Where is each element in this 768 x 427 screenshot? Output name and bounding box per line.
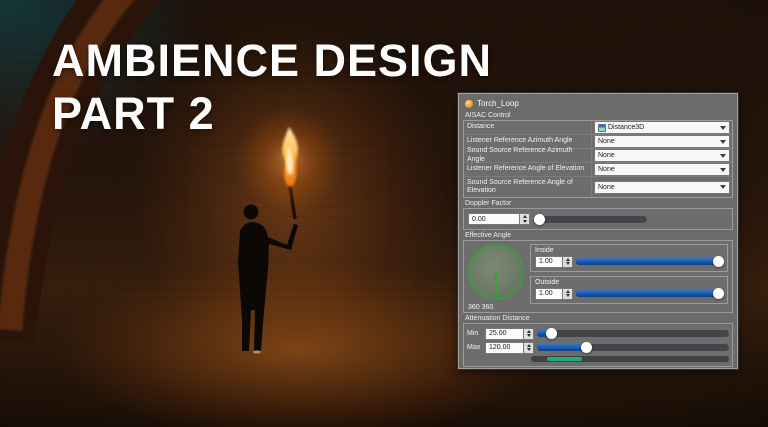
spinner-buttons[interactable] xyxy=(524,327,534,340)
title-line-2: PART 2 xyxy=(52,88,215,139)
distance-dropdown[interactable]: Distance3D xyxy=(594,121,730,134)
max-label: Max xyxy=(467,344,481,351)
inside-label: Inside xyxy=(535,247,554,254)
outside-value[interactable]: 1.00 xyxy=(535,287,563,300)
dropdown-value: Distance3D xyxy=(608,124,645,131)
aisac-tool-panel: Torch_Loop AISAC Control Distance Distan… xyxy=(457,92,739,370)
attenuation-max-row: Max 120.00 xyxy=(467,341,729,354)
attenuation-range-fill xyxy=(546,357,583,361)
page-title: AMBIENCE DESIGN PART 2 xyxy=(52,34,492,140)
slider-track xyxy=(535,215,647,223)
row-label: Listener Reference Azimuth Angle xyxy=(467,137,573,145)
listener-elevation-dropdown[interactable]: None xyxy=(594,163,730,176)
spinner-up-icon xyxy=(526,329,531,333)
spinner-buttons[interactable] xyxy=(524,341,534,354)
spinner-down-icon xyxy=(526,334,531,338)
effective-angle-widget[interactable] xyxy=(468,244,524,300)
spinner-up-icon xyxy=(522,215,527,219)
min-spinner[interactable]: 25.00 xyxy=(485,327,534,340)
row-label: Listener Reference Angle of Elevation xyxy=(467,165,585,173)
doppler-group-box: 0.00 xyxy=(463,208,733,230)
aisac-curve-icon xyxy=(598,123,606,132)
effective-angle-group-box: 360 360 Inside 1.00 Outside 1.00 xyxy=(463,240,733,313)
attenuation-group-box: Min 25.00 Max 120.00 xyxy=(463,323,733,367)
slider-thumb[interactable] xyxy=(546,328,558,339)
spinner-up-icon xyxy=(526,343,531,347)
angle-readout: 360 360 xyxy=(468,304,494,311)
shoe-highlight xyxy=(253,350,261,354)
min-label: Min xyxy=(467,330,479,337)
max-value[interactable]: 120.00 xyxy=(485,341,524,354)
spinner-buttons[interactable] xyxy=(520,213,530,225)
aisac-group-label: AISAC Control xyxy=(465,112,511,119)
chevron-down-icon xyxy=(720,167,726,172)
cue-name: Torch_Loop xyxy=(477,99,519,108)
attenuation-range-row xyxy=(467,356,729,362)
dropdown-value: None xyxy=(598,152,615,159)
min-distance-slider[interactable] xyxy=(537,327,729,340)
spinner-down-icon xyxy=(565,262,570,266)
spinner-down-icon xyxy=(522,219,527,223)
chevron-down-icon xyxy=(720,139,726,144)
slider-thumb[interactable] xyxy=(534,213,545,225)
cue-icon xyxy=(465,99,473,108)
slider-track xyxy=(537,330,729,337)
person-silhouette xyxy=(238,204,298,354)
max-distance-slider[interactable] xyxy=(537,341,729,354)
dropdown-value: None xyxy=(598,166,615,173)
source-elevation-dropdown[interactable]: None xyxy=(594,180,730,194)
chevron-down-icon xyxy=(720,125,726,130)
spinner-down-icon xyxy=(565,294,570,298)
aisac-group-box: Distance Distance3D Listener Reference A… xyxy=(463,120,733,198)
doppler-group-label: Doppler Factor xyxy=(465,200,512,207)
chevron-down-icon xyxy=(720,153,726,158)
slider-thumb[interactable] xyxy=(713,288,724,299)
outside-label: Outside xyxy=(535,279,560,286)
listener-azimuth-dropdown[interactable]: None xyxy=(594,135,730,148)
doppler-spinner[interactable]: 0.00 xyxy=(468,213,530,225)
inside-value[interactable]: 1.00 xyxy=(535,255,563,268)
inside-spinner[interactable]: 1.00 xyxy=(535,255,573,268)
outside-slider[interactable] xyxy=(576,287,724,300)
inside-slider[interactable] xyxy=(576,255,724,268)
aisac-row-distance: Distance Distance3D xyxy=(464,121,732,135)
attenuation-group-label: Attenuation Distance xyxy=(465,315,530,322)
row-label: Distance xyxy=(467,123,495,131)
screenshot-root: AMBIENCE DESIGN PART 2 Torch_Loop AISAC … xyxy=(0,0,768,427)
dropdown-value: None xyxy=(598,183,615,191)
slider-thumb[interactable] xyxy=(580,342,592,353)
spinner-up-icon xyxy=(565,257,570,261)
attenuation-range-bar xyxy=(531,356,729,362)
aisac-row-source-elevation: Sound Source Reference Angle of Elevatio… xyxy=(464,177,732,197)
aisac-row-source-azimuth: Sound Source Reference Azimuth Angle Non… xyxy=(464,147,732,163)
row-label: Sound Source Reference Azimuth Angle xyxy=(467,147,573,163)
attenuation-min-row: Min 25.00 xyxy=(467,327,729,340)
chevron-down-icon xyxy=(720,185,726,189)
max-spinner[interactable]: 120.00 xyxy=(485,341,534,354)
slider-fill xyxy=(576,258,723,265)
slider-thumb[interactable] xyxy=(713,256,724,267)
dropdown-value: None xyxy=(598,138,615,145)
outside-spinner[interactable]: 1.00 xyxy=(535,287,573,300)
spinner-up-icon xyxy=(565,289,570,293)
spinner-buttons[interactable] xyxy=(563,287,573,300)
slider-fill xyxy=(537,344,587,351)
spinner-buttons[interactable] xyxy=(563,255,573,268)
panel-header: Torch_Loop xyxy=(465,97,733,110)
row-label: Sound Source Reference Angle of Elevatio… xyxy=(467,178,573,194)
title-line-1: AMBIENCE DESIGN xyxy=(52,35,493,86)
min-value[interactable]: 25.00 xyxy=(485,327,524,340)
doppler-value[interactable]: 0.00 xyxy=(468,213,520,225)
doppler-slider[interactable] xyxy=(534,213,647,226)
source-azimuth-dropdown[interactable]: None xyxy=(594,149,730,162)
slider-fill xyxy=(576,290,723,297)
spinner-down-icon xyxy=(526,348,531,352)
effective-angle-group-label: Effective Angle xyxy=(465,232,512,239)
outside-group-box: Outside 1.00 xyxy=(530,276,728,304)
aisac-row-listener-elevation: Listener Reference Angle of Elevation No… xyxy=(464,163,732,177)
inside-group-box: Inside 1.00 xyxy=(530,244,728,272)
